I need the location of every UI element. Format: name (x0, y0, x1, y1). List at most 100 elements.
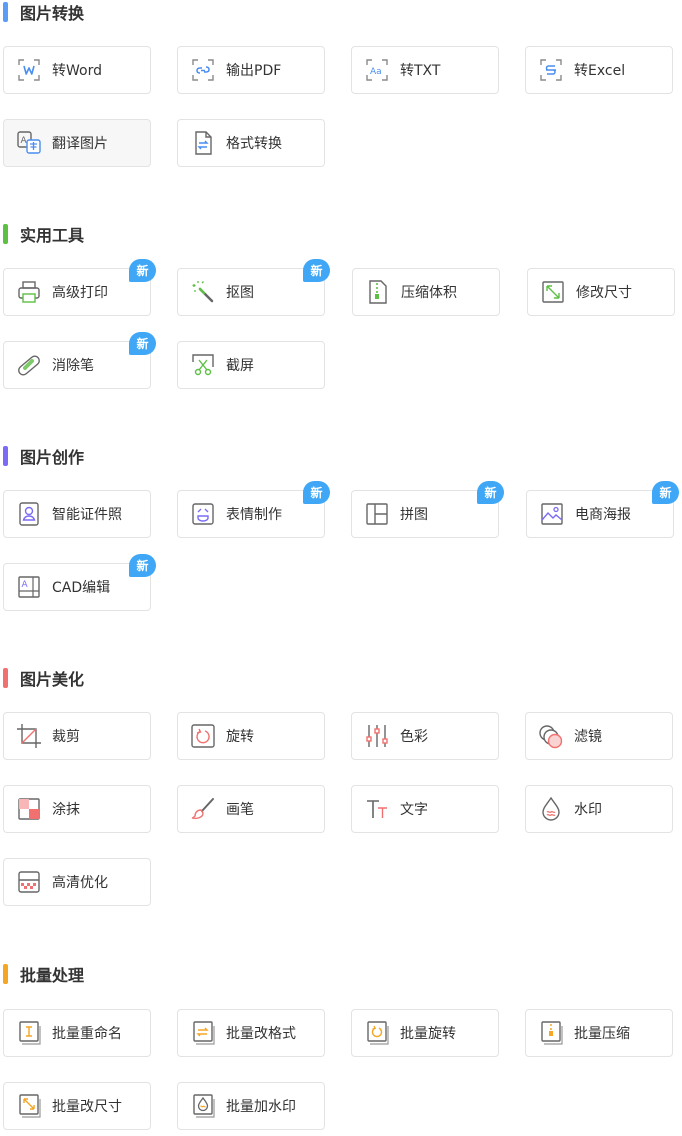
tool-card-batch-format[interactable]: 批量改格式 (177, 1009, 325, 1057)
tool-card-id-photo[interactable]: 智能证件照 (3, 490, 151, 538)
tool-label: 转Word (52, 63, 102, 79)
tool-card-compress-size[interactable]: 压缩体积 (352, 268, 500, 316)
new-badge: 新 (129, 554, 156, 577)
section-accent-bar (3, 964, 8, 984)
eraser-pill-icon (16, 352, 42, 378)
tool-label: 压缩体积 (401, 285, 457, 301)
tool-card-hd-enhance[interactable]: 高清优化 (3, 858, 151, 906)
section-accent-bar (3, 224, 8, 244)
tool-label: 涂抹 (52, 802, 80, 818)
section-header-utilities: 实用工具 (3, 222, 84, 246)
section-accent-bar (3, 446, 8, 466)
tool-card-batch-compress[interactable]: 批量压缩 (525, 1009, 673, 1057)
tool-label: 文字 (400, 802, 428, 818)
tool-card-rotate[interactable]: 旋转 (177, 712, 325, 760)
tool-label: 批量压缩 (574, 1026, 630, 1042)
tool-label: 截屏 (226, 358, 254, 374)
printer-icon (16, 279, 42, 305)
tool-card-to-word[interactable]: 转Word (3, 46, 151, 94)
svg-text:Aa: Aa (370, 67, 382, 77)
tool-card-watermark[interactable]: 水印 (525, 785, 673, 833)
tool-card-advanced-print[interactable]: 高级打印 新 (3, 259, 156, 316)
section-header-batch: 批量处理 (3, 962, 84, 986)
tool-card-text[interactable]: 文字 (351, 785, 499, 833)
new-badge: 新 (303, 259, 330, 282)
tool-card-export-pdf[interactable]: 输出PDF (177, 46, 325, 94)
svg-text:A: A (22, 580, 29, 590)
cad-icon: A (16, 574, 42, 600)
brush-icon (190, 796, 216, 822)
tool-card-eraser[interactable]: 消除笔 新 (3, 332, 156, 389)
tool-card-filter[interactable]: 滤镜 (525, 712, 673, 760)
tool-card-screenshot[interactable]: 截屏 (177, 341, 325, 389)
batch-format-icon (190, 1020, 216, 1046)
tool-label: 抠图 (226, 285, 254, 301)
tool-card-cutout[interactable]: 抠图 新 (177, 259, 330, 316)
tool-label: 消除笔 (52, 358, 94, 374)
tool-card-smudge[interactable]: 涂抹 (3, 785, 151, 833)
tool-card-ecommerce-poster[interactable]: 电商海报 新 (526, 481, 679, 538)
batch-resize-icon (16, 1093, 42, 1119)
tool-label: 裁剪 (52, 729, 80, 745)
magic-wand-icon (190, 279, 216, 305)
tool-label: 表情制作 (226, 507, 282, 523)
tool-label: 画笔 (226, 802, 254, 818)
filter-icon (538, 723, 564, 749)
poster-icon (539, 501, 565, 527)
emoji-icon (190, 501, 216, 527)
tool-label: 批量重命名 (52, 1026, 122, 1042)
tool-label: 水印 (574, 802, 602, 818)
section-title: 图片转换 (20, 4, 85, 23)
scissors-icon (190, 352, 216, 378)
tool-label: 转Excel (574, 63, 626, 79)
tool-card-batch-rotate[interactable]: 批量旋转 (351, 1009, 499, 1057)
tool-card-batch-resize[interactable]: 批量改尺寸 (3, 1082, 151, 1130)
hd-enhance-icon (16, 869, 42, 895)
section-title: 实用工具 (20, 226, 85, 245)
batch-rotate-icon (364, 1020, 390, 1046)
tool-label: 色彩 (400, 729, 428, 745)
tool-label: 批量加水印 (226, 1099, 296, 1115)
tool-label: 批量改尺寸 (52, 1099, 122, 1115)
tool-label: 翻译图片 (52, 136, 108, 152)
tool-card-color[interactable]: 色彩 (351, 712, 499, 760)
new-badge: 新 (303, 481, 330, 504)
section-title: 批量处理 (20, 966, 85, 985)
new-badge: 新 (129, 259, 156, 282)
tool-card-format-convert[interactable]: 格式转换 (177, 119, 325, 167)
tool-label: 高级打印 (52, 285, 108, 301)
word-convert-icon (16, 57, 42, 83)
new-badge: 新 (477, 481, 504, 504)
tool-card-batch-rename[interactable]: 批量重命名 (3, 1009, 151, 1057)
tool-card-batch-watermark[interactable]: 批量加水印 (177, 1082, 325, 1130)
pdf-export-icon (190, 57, 216, 83)
crop-icon (16, 723, 42, 749)
tool-card-cad-edit[interactable]: A CAD编辑 新 (3, 554, 156, 611)
batch-rename-icon (16, 1020, 42, 1046)
translate-icon: A (16, 130, 42, 156)
batch-watermark-icon (190, 1093, 216, 1119)
tool-card-emoji-maker[interactable]: 表情制作 新 (177, 481, 330, 538)
tool-card-resize[interactable]: 修改尺寸 (527, 268, 675, 316)
tool-card-translate-image[interactable]: A 翻译图片 (3, 119, 151, 167)
section-header-image-convert: 图片转换 (3, 0, 84, 24)
tool-card-brush[interactable]: 画笔 (177, 785, 325, 833)
tool-label: 批量改格式 (226, 1026, 296, 1042)
zip-file-icon (365, 279, 391, 305)
text-icon (364, 796, 390, 822)
section-title: 图片美化 (20, 670, 85, 689)
section-header-beautify: 图片美化 (3, 666, 84, 690)
tool-card-collage[interactable]: 拼图 新 (351, 481, 504, 538)
format-convert-icon (190, 130, 216, 156)
txt-convert-icon: Aa (364, 57, 390, 83)
tool-label: 旋转 (226, 729, 254, 745)
tool-label: CAD编辑 (52, 580, 111, 596)
tool-card-to-txt[interactable]: Aa 转TXT (351, 46, 499, 94)
new-badge: 新 (652, 481, 679, 504)
tool-label: 高清优化 (52, 875, 108, 891)
tool-card-to-excel[interactable]: 转Excel (525, 46, 673, 94)
section-title: 图片创作 (20, 448, 85, 467)
batch-compress-icon (538, 1020, 564, 1046)
color-sliders-icon (364, 723, 390, 749)
tool-card-crop[interactable]: 裁剪 (3, 712, 151, 760)
